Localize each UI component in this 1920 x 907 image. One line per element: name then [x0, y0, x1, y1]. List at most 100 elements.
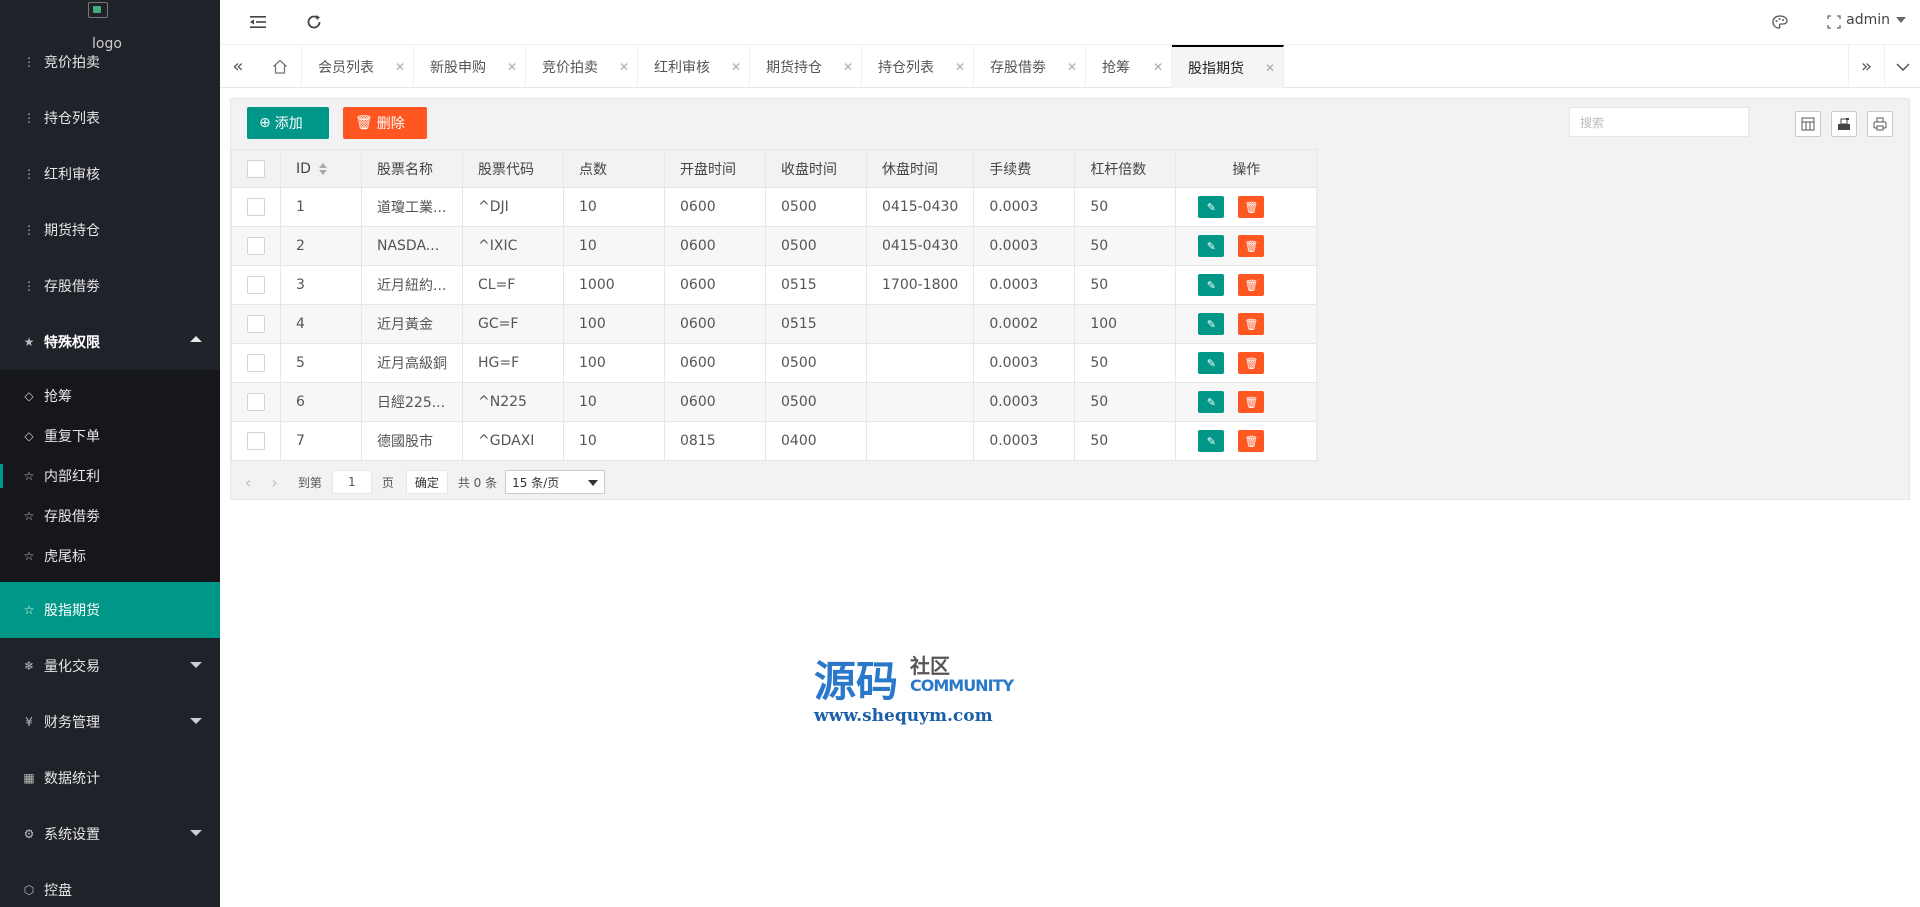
- page-confirm-button[interactable]: 确定: [405, 470, 448, 494]
- tab-ipo[interactable]: 新股申购 ✕: [414, 45, 526, 88]
- close-icon[interactable]: ✕: [619, 60, 629, 74]
- refresh-icon[interactable]: [302, 10, 326, 34]
- trash-icon[interactable]: 🗑: [1238, 313, 1265, 335]
- cell-points: 10: [563, 226, 665, 266]
- sidebar-item-stock-lending[interactable]: ⋮ 存股借劵: [0, 258, 220, 314]
- tabs-scroll-left-icon[interactable]: «: [220, 45, 256, 88]
- table-row[interactable]: 6 日經225... ^N225 10 0600 0500 0.0003 50 …: [231, 382, 1318, 422]
- tab-stock-lending[interactable]: 存股借劵 ✕: [974, 45, 1086, 88]
- row-checkbox-cell[interactable]: [231, 304, 281, 344]
- tabs-menu-chevron-down-icon[interactable]: [1884, 45, 1920, 88]
- home-icon[interactable]: [258, 45, 302, 88]
- trash-icon[interactable]: 🗑: [1238, 430, 1265, 452]
- edit-icon[interactable]: ✎: [1198, 274, 1225, 296]
- search-input[interactable]: 搜索: [1569, 107, 1749, 137]
- trash-icon[interactable]: 🗑: [1238, 352, 1265, 374]
- row-checkbox[interactable]: [247, 393, 265, 411]
- edit-icon[interactable]: ✎: [1198, 430, 1225, 452]
- theme-palette-icon[interactable]: [1768, 10, 1792, 34]
- page-number-input[interactable]: 1: [331, 470, 372, 494]
- close-icon[interactable]: ✕: [507, 60, 517, 74]
- row-checkbox-cell[interactable]: [231, 421, 281, 461]
- sidebar-subitem-repeat-order[interactable]: ◇ 重复下单: [0, 416, 220, 456]
- row-checkbox-cell[interactable]: [231, 343, 281, 383]
- sidebar-item-auction[interactable]: ⋮ 竞价拍卖: [0, 34, 220, 90]
- table-row[interactable]: 1 道瓊工業... ^DJI 10 0600 0500 0415-0430 0.…: [231, 187, 1318, 227]
- sidebar-submenu: ◇ 抢筹 ◇ 重复下单 ☆ 内部红利 ☆ 存股借劵 ☆ 虎尾标: [0, 370, 220, 582]
- sidebar-group-special[interactable]: ★ 特殊权限: [0, 314, 220, 370]
- close-icon[interactable]: ✕: [843, 60, 853, 74]
- tab-positions[interactable]: 持仓列表 ✕: [862, 45, 974, 88]
- sidebar-item-finance[interactable]: ¥ 财务管理: [0, 694, 220, 750]
- table-row[interactable]: 4 近月黃金 GC=F 100 0600 0515 0.0002 100 ✎ 🗑: [231, 304, 1318, 344]
- sidebar-item-statistics[interactable]: ▦ 数据统计: [0, 750, 220, 806]
- edit-icon[interactable]: ✎: [1198, 391, 1225, 413]
- close-icon[interactable]: ✕: [1153, 60, 1163, 74]
- close-icon[interactable]: ✕: [955, 60, 965, 74]
- tab-auction[interactable]: 竞价拍卖 ✕: [526, 45, 638, 88]
- column-label: 手续费: [989, 161, 1032, 178]
- sidebar-item-dividend-review[interactable]: ⋮ 红利审核: [0, 146, 220, 202]
- edit-icon[interactable]: ✎: [1198, 352, 1225, 374]
- trash-icon[interactable]: 🗑: [1238, 274, 1265, 296]
- edit-icon[interactable]: ✎: [1198, 235, 1225, 257]
- close-icon[interactable]: ✕: [395, 60, 405, 74]
- sidebar-subitem-stock-lending[interactable]: ☆ 存股借劵: [0, 496, 220, 536]
- select-all-checkbox[interactable]: [247, 159, 265, 178]
- sort-icon[interactable]: [318, 162, 327, 175]
- print-icon[interactable]: [1867, 111, 1893, 137]
- add-button[interactable]: ⊕ 添加: [247, 107, 329, 139]
- sidebar-subitem-tiger-tail[interactable]: ☆ 虎尾标: [0, 536, 220, 576]
- page-size-select[interactable]: 15 条/页: [505, 470, 606, 494]
- row-checkbox-cell[interactable]: [231, 382, 281, 422]
- cell-name: 德國股市: [361, 421, 463, 461]
- sidebar-item-system-settings[interactable]: ⚙ 系统设置: [0, 806, 220, 862]
- tab-index-futures[interactable]: 股指期货 ✕: [1172, 45, 1284, 88]
- sidebar-item-label: 存股借劵: [44, 279, 100, 295]
- column-filter-icon[interactable]: [1795, 111, 1821, 137]
- tab-futures-positions[interactable]: 期货持仓 ✕: [750, 45, 862, 88]
- table-row[interactable]: 2 NASDA... ^IXIC 10 0600 0500 0415-0430 …: [231, 226, 1318, 266]
- row-checkbox[interactable]: [247, 276, 265, 294]
- star-outline-icon: ☆: [23, 469, 35, 483]
- tabs-scroll-right-icon[interactable]: »: [1848, 45, 1884, 88]
- fullscreen-icon[interactable]: [1822, 10, 1846, 34]
- row-checkbox[interactable]: [247, 432, 265, 450]
- trash-icon[interactable]: 🗑: [1238, 196, 1265, 218]
- sidebar-subitem-grab[interactable]: ◇ 抢筹: [0, 376, 220, 416]
- edit-icon[interactable]: ✎: [1198, 313, 1225, 335]
- tab-grab[interactable]: 抢筹 ✕: [1086, 45, 1172, 88]
- row-checkbox[interactable]: [247, 354, 265, 372]
- sidebar-item-index-futures[interactable]: ☆ 股指期货: [0, 582, 220, 638]
- next-page-icon[interactable]: ›: [271, 473, 277, 492]
- close-icon[interactable]: ✕: [1067, 60, 1077, 74]
- row-checkbox[interactable]: [247, 237, 265, 255]
- tab-dividend-review[interactable]: 红利审核 ✕: [638, 45, 750, 88]
- trash-icon[interactable]: 🗑: [1238, 235, 1265, 257]
- sidebar-subitem-internal-dividend[interactable]: ☆ 内部红利: [0, 456, 220, 496]
- close-icon[interactable]: ✕: [731, 60, 741, 74]
- sidebar-item-market-control[interactable]: ⬡ 控盘: [0, 862, 220, 907]
- edit-icon[interactable]: ✎: [1198, 196, 1225, 218]
- delete-button[interactable]: 🗑 删除: [343, 107, 427, 139]
- table-row[interactable]: 7 德國股市 ^GDAXI 10 0815 0400 0.0003 50 ✎ 🗑: [231, 421, 1318, 461]
- trash-icon[interactable]: 🗑: [1238, 391, 1265, 413]
- column-header-id[interactable]: ID: [280, 149, 362, 188]
- row-checkbox-cell[interactable]: [231, 226, 281, 266]
- sidebar-item-quant-trading[interactable]: ❄ 量化交易: [0, 638, 220, 694]
- close-icon[interactable]: ✕: [1265, 61, 1275, 75]
- select-all-checkbox-cell[interactable]: [231, 149, 281, 188]
- tab-members[interactable]: 会员列表 ✕: [302, 45, 414, 88]
- row-checkbox[interactable]: [247, 315, 265, 333]
- sidebar-item-positions[interactable]: ⋮ 持仓列表: [0, 90, 220, 146]
- table-row[interactable]: 3 近月紐約... CL=F 1000 0600 0515 1700-1800 …: [231, 265, 1318, 305]
- export-icon[interactable]: [1831, 111, 1857, 137]
- row-checkbox[interactable]: [247, 198, 265, 216]
- user-menu[interactable]: admin: [1846, 12, 1906, 28]
- menu-collapse-icon[interactable]: [246, 10, 270, 34]
- prev-page-icon[interactable]: ‹: [245, 473, 251, 492]
- table-row[interactable]: 5 近月高級銅 HG=F 100 0600 0500 0.0003 50 ✎ 🗑: [231, 343, 1318, 383]
- sidebar-item-futures-positions[interactable]: ⋮ 期货持仓: [0, 202, 220, 258]
- row-checkbox-cell[interactable]: [231, 265, 281, 305]
- row-checkbox-cell[interactable]: [231, 187, 281, 227]
